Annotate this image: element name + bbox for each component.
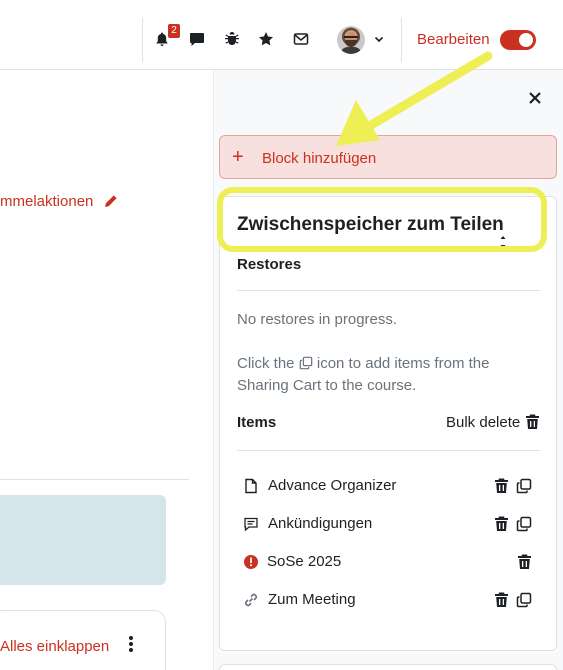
- trash-icon[interactable]: [517, 554, 532, 570]
- plus-icon: +: [232, 146, 244, 168]
- trash-icon[interactable]: [494, 478, 509, 494]
- section-divider: [0, 479, 189, 480]
- copy-icon: [299, 356, 313, 370]
- item-label: Advance Organizer: [268, 477, 397, 494]
- star-icon[interactable]: [256, 29, 276, 49]
- help-text-before: Click the: [237, 355, 295, 372]
- list-item[interactable]: Zum Meeting: [240, 588, 540, 612]
- error-icon: [243, 554, 259, 570]
- mail-icon[interactable]: [291, 29, 311, 49]
- avatar-glasses: [344, 36, 358, 39]
- chevron-down-icon[interactable]: [373, 33, 385, 45]
- copy-to-course-icon[interactable]: [516, 478, 532, 494]
- items-heading: Items: [237, 414, 277, 431]
- edit-mode-toggle[interactable]: [500, 30, 536, 50]
- copy-to-course-icon[interactable]: [516, 516, 532, 532]
- items-divider: [237, 450, 540, 451]
- no-restores-text: No restores in progress.: [237, 311, 398, 328]
- restores-heading: Restores: [237, 256, 302, 273]
- trash-icon[interactable]: [494, 516, 509, 532]
- item-label: Zum Meeting: [268, 591, 356, 608]
- close-icon[interactable]: [528, 91, 542, 105]
- restores-divider: [237, 290, 540, 291]
- highlight-annotation: [217, 187, 547, 252]
- bug-icon[interactable]: [222, 29, 242, 49]
- trash-icon[interactable]: [525, 414, 540, 430]
- list-item[interactable]: Advance Organizer: [240, 474, 540, 498]
- pencil-icon[interactable]: [103, 194, 118, 209]
- trash-icon[interactable]: [494, 592, 509, 608]
- list-item[interactable]: Ankündigungen: [240, 512, 540, 536]
- notification-count-badge: 2: [168, 24, 180, 38]
- collapse-all-link[interactable]: Alles einklappen: [0, 638, 109, 655]
- edit-mode-label[interactable]: Bearbeiten: [417, 31, 490, 48]
- help-text: Click the icon to add items from the Sha…: [237, 353, 527, 397]
- next-block-card: [219, 664, 557, 670]
- avatar-beard: [345, 40, 357, 47]
- item-label: Ankündigungen: [268, 515, 373, 532]
- list-item[interactable]: SoSe 2025: [240, 550, 540, 574]
- navbar-divider: [142, 18, 143, 62]
- file-icon: [243, 478, 259, 494]
- arrow-annotation: [336, 51, 493, 146]
- link-icon: [243, 592, 259, 608]
- bulk-actions-link[interactable]: mmelaktionen: [0, 193, 93, 210]
- bulk-delete-button[interactable]: Bulk delete: [446, 414, 520, 431]
- toggle-knob: [519, 33, 533, 47]
- forum-icon: [243, 516, 259, 532]
- item-label: SoSe 2025: [267, 553, 342, 570]
- kebab-menu-icon[interactable]: [126, 635, 136, 653]
- info-notice-box: [0, 495, 166, 585]
- chat-icon[interactable]: [187, 29, 207, 49]
- copy-to-course-icon[interactable]: [516, 592, 532, 608]
